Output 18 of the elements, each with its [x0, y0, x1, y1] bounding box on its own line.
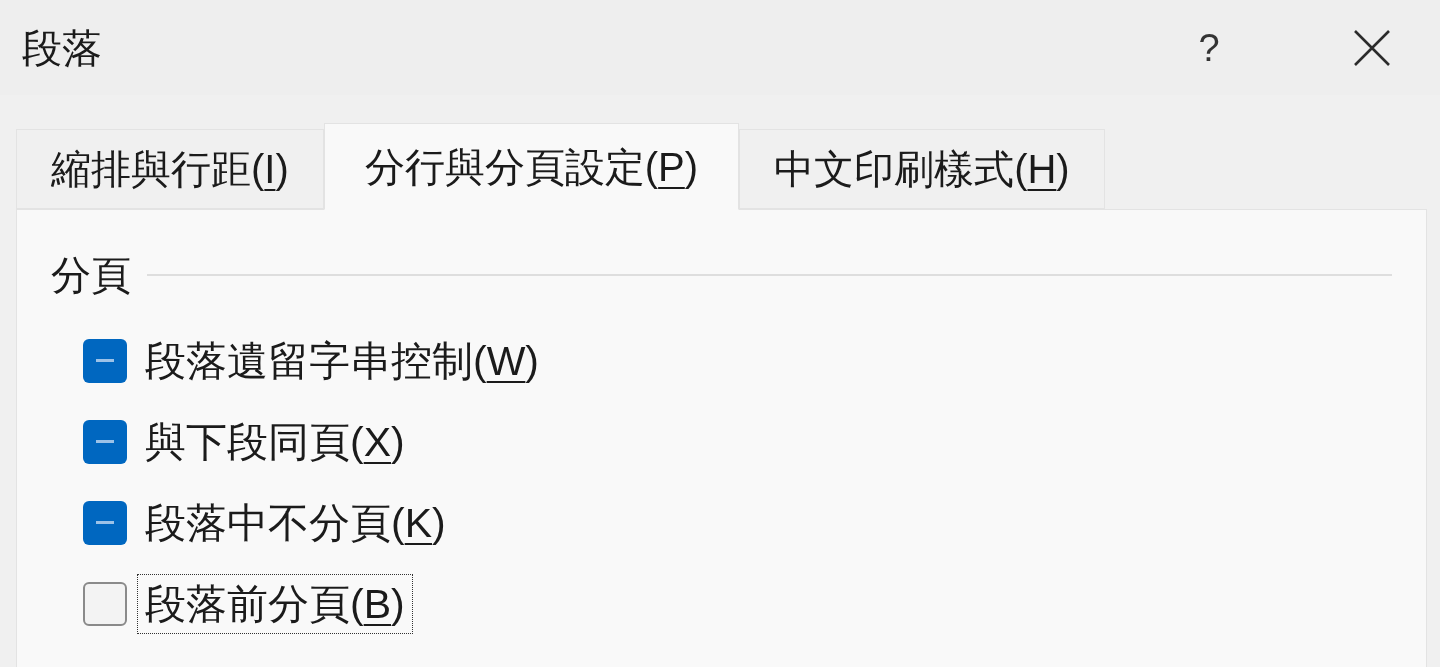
dash-icon — [96, 359, 114, 362]
checkbox-label[interactable]: 段落遺留字串控制(W) — [137, 330, 547, 391]
tab[interactable]: 分行與分頁設定(P) — [323, 123, 740, 210]
close-icon — [1354, 29, 1390, 66]
help-button[interactable]: ? — [1179, 17, 1239, 78]
dash-icon — [96, 521, 114, 524]
checkbox-label[interactable]: 段落中不分頁(K) — [137, 492, 454, 553]
checkbox[interactable] — [83, 419, 127, 464]
group-heading: 分頁 — [51, 252, 131, 299]
window-title: 段落 — [22, 27, 102, 68]
dash-icon — [96, 440, 114, 443]
checkbox[interactable] — [83, 581, 127, 626]
checkbox[interactable] — [83, 338, 127, 383]
checkbox-label[interactable]: 段落前分頁(B) — [137, 573, 413, 634]
tab[interactable]: 中文印刷樣式(H) — [739, 129, 1105, 209]
tab[interactable]: 縮排與行距(I) — [16, 129, 324, 209]
checkbox[interactable] — [83, 500, 127, 545]
checkbox-label[interactable]: 與下段同頁(X) — [137, 411, 413, 472]
